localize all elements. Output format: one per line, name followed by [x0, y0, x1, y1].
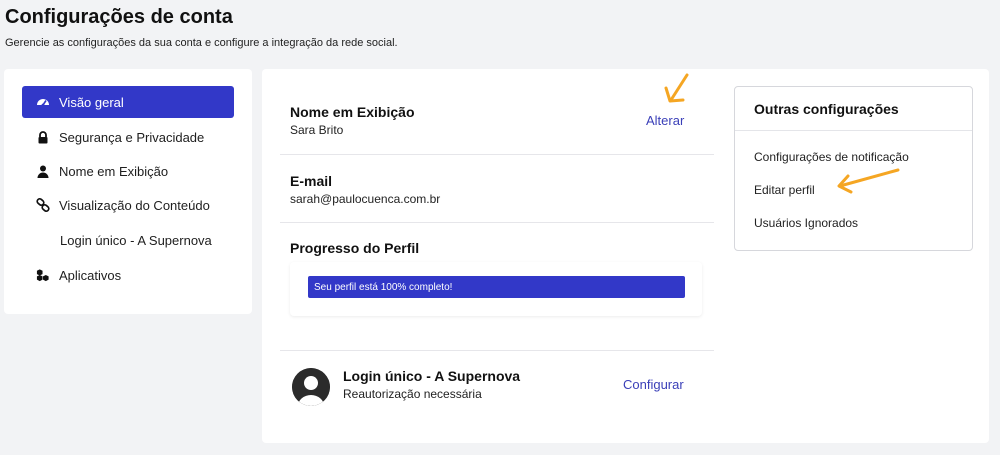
email-value: sarah@paulocuenca.com.br	[290, 192, 441, 206]
configure-sso-link[interactable]: Configurar	[623, 377, 684, 392]
annotation-arrow-icon	[664, 73, 689, 103]
apps-icon	[36, 268, 50, 282]
edit-profile-link[interactable]: Editar perfil	[754, 183, 815, 197]
sidebar-item-label: Visualização do Conteúdo	[59, 197, 210, 213]
display-name-title: Nome em Exibição	[290, 104, 415, 120]
link-icon	[36, 198, 50, 212]
sidebar: Visão geral Segurança e Privacidade Nome…	[4, 69, 252, 314]
annotation-arrow-icon	[837, 168, 900, 194]
avatar	[292, 368, 330, 406]
divider	[280, 154, 714, 155]
sidebar-item-login-unico[interactable]: Login único - A Supernova	[22, 224, 234, 256]
sidebar-item-label: Nome em Exibição	[59, 163, 169, 179]
sso-title: Login único - A Supernova	[343, 368, 521, 384]
divider	[280, 222, 714, 223]
main-panel: Nome em Exibição Sara Brito Alterar E-ma…	[262, 69, 989, 443]
other-settings-title: Outras configurações	[754, 101, 899, 117]
sidebar-item-label: Login único - A Supernova	[60, 232, 212, 248]
profile-progress-card: Seu perfil está 100% completo!	[290, 262, 702, 316]
profile-progress-label: Seu perfil está 100% completo!	[314, 281, 453, 293]
sidebar-item-label: Visão geral	[59, 94, 124, 110]
dashboard-icon	[36, 95, 50, 109]
notification-settings-link[interactable]: Configurações de notificação	[754, 150, 909, 164]
change-display-name-link[interactable]: Alterar	[646, 113, 684, 128]
sidebar-item-label: Segurança e Privacidade	[59, 129, 205, 145]
sidebar-item-visao-geral[interactable]: Visão geral	[22, 86, 234, 118]
sso-status: Reautorização necessária	[343, 387, 482, 401]
divider	[280, 350, 714, 351]
sidebar-item-seguranca[interactable]: Segurança e Privacidade	[22, 121, 234, 153]
page-title: Configurações de conta	[5, 6, 233, 28]
sidebar-item-nome-exibicao[interactable]: Nome em Exibição	[22, 155, 234, 187]
sidebar-item-aplicativos[interactable]: Aplicativos	[22, 259, 234, 291]
ignored-users-link[interactable]: Usuários Ignorados	[754, 216, 858, 230]
profile-progress-title: Progresso do Perfil	[290, 240, 420, 256]
display-name-value: Sara Brito	[290, 123, 344, 137]
lock-icon	[36, 130, 50, 144]
divider	[735, 130, 972, 131]
sidebar-item-visualizacao[interactable]: Visualização do Conteúdo	[22, 189, 234, 221]
email-title: E-mail	[290, 173, 333, 189]
sidebar-item-label: Aplicativos	[59, 267, 122, 283]
profile-progress-bar: Seu perfil está 100% completo!	[308, 276, 685, 298]
user-icon	[36, 164, 50, 178]
profile-progress-fill: Seu perfil está 100% completo!	[308, 276, 685, 298]
page-subtitle: Gerencie as configurações da sua conta e…	[5, 37, 398, 49]
